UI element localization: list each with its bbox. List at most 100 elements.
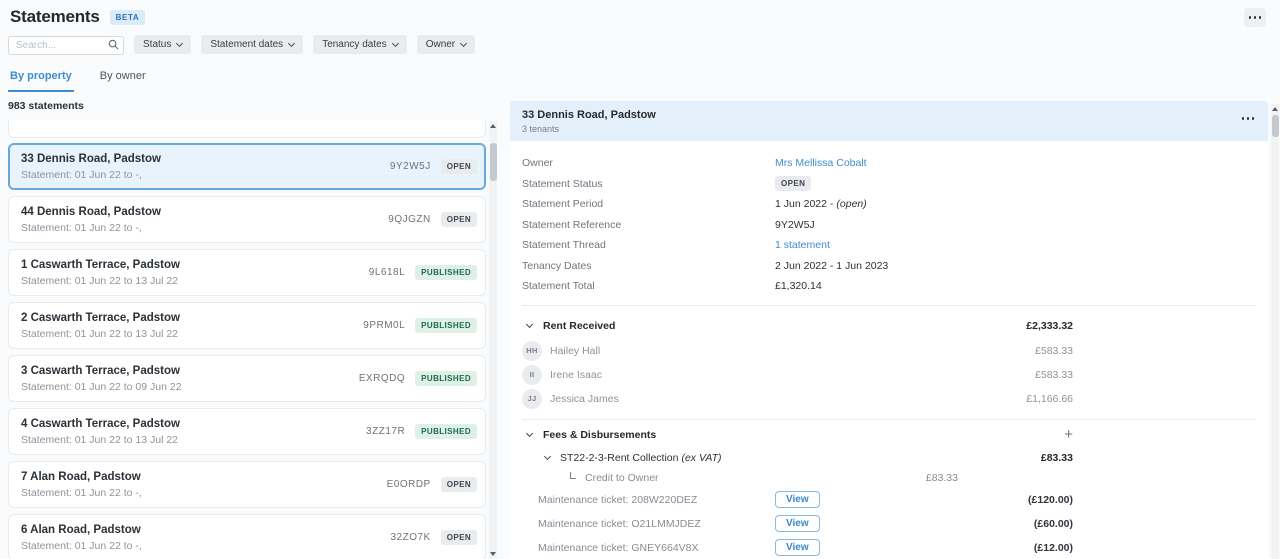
filter-buttons: Status Statement dates Tenancy dates Own… bbox=[134, 35, 475, 54]
property-name: 33 Dennis Road, Padstow bbox=[21, 153, 390, 165]
statement-reference: 9Y2W5J bbox=[390, 161, 431, 172]
list-item-partial[interactable] bbox=[8, 120, 486, 138]
tenant-name: Jessica James bbox=[550, 393, 619, 405]
field-value-link[interactable]: Mrs Mellissa Cobalt bbox=[775, 157, 867, 169]
field-label: Statement Thread bbox=[522, 239, 775, 251]
field-row: Statement Thread 1 statement bbox=[510, 235, 1268, 256]
rent-amount: £1,166.66 bbox=[1026, 393, 1073, 405]
view-button[interactable]: View bbox=[775, 515, 820, 532]
field-value: 9Y2W5J bbox=[775, 219, 815, 231]
fees-section-header: Fees & Disbursements + bbox=[510, 422, 1268, 448]
scrollbar-track[interactable] bbox=[1271, 104, 1279, 559]
property-name: 2 Caswarth Terrace, Padstow bbox=[21, 312, 363, 324]
field-value: 1 statement bbox=[775, 239, 830, 251]
ellipsis-icon bbox=[1242, 117, 1245, 120]
filter-button-status[interactable]: Status bbox=[134, 35, 191, 54]
ticket-label: Maintenance ticket: O21LMMJDEZ bbox=[538, 518, 701, 530]
chevron-down-icon bbox=[176, 39, 183, 46]
fee-line-label: ST22-2-3-Rent Collection bbox=[560, 452, 678, 464]
scroll-down-icon[interactable] bbox=[490, 552, 496, 556]
list-item[interactable]: 6 Alan Road, Padstow Statement: 01 Jun 2… bbox=[8, 514, 486, 559]
divider bbox=[522, 419, 1256, 420]
list-item[interactable]: 33 Dennis Road, Padstow Statement: 01 Ju… bbox=[8, 143, 486, 190]
statement-period: Statement: 01 Jun 22 to 13 Jul 22 bbox=[21, 328, 363, 340]
detail-overflow-button[interactable] bbox=[1242, 117, 1255, 120]
rent-rows: HH Hailey Hall £583.33 II Irene Isaac £5… bbox=[510, 339, 1268, 411]
list-item[interactable]: 44 Dennis Road, Padstow Statement: 01 Ju… bbox=[8, 196, 486, 243]
scrollbar-thumb[interactable] bbox=[1272, 115, 1279, 137]
filter-button-statement-dates[interactable]: Statement dates bbox=[201, 35, 303, 54]
field-value: 2 Jun 2022 - 1 Jun 2023 bbox=[775, 260, 888, 272]
field-label: Statement Period bbox=[522, 198, 775, 210]
list-scrollbar[interactable] bbox=[489, 121, 497, 559]
status-badge: PUBLISHED bbox=[415, 424, 477, 439]
statement-reference: 32ZO7K bbox=[390, 532, 430, 543]
status-badge: OPEN bbox=[441, 530, 477, 545]
chevron-down-icon[interactable] bbox=[526, 429, 533, 436]
property-name: 6 Alan Road, Padstow bbox=[21, 524, 390, 536]
scrollbar-thumb[interactable] bbox=[490, 143, 497, 181]
field-label: Owner bbox=[522, 157, 775, 169]
detail-title: 33 Dennis Road, Padstow bbox=[522, 109, 1268, 121]
fees-section-title: Fees & Disbursements bbox=[543, 429, 656, 441]
panel-scrollbar[interactable] bbox=[1271, 104, 1279, 559]
statement-reference: 9QJGZN bbox=[388, 214, 430, 225]
status-badge: OPEN bbox=[441, 212, 477, 227]
list-item[interactable]: 4 Caswarth Terrace, Padstow Statement: 0… bbox=[8, 408, 486, 455]
search-input[interactable] bbox=[8, 36, 124, 55]
detail-fields: Owner Mrs Mellissa Cobalt Statement Stat… bbox=[510, 141, 1268, 297]
filter-button-owner[interactable]: Owner bbox=[417, 35, 475, 54]
scrollbar-track[interactable] bbox=[489, 121, 497, 559]
field-row: Statement Status OPEN bbox=[510, 174, 1268, 195]
statement-period: Statement: 01 Jun 22 to -, bbox=[21, 487, 387, 499]
tab-by-owner[interactable]: By owner bbox=[100, 70, 146, 92]
search-box bbox=[8, 35, 124, 54]
page-overflow-button[interactable] bbox=[1244, 8, 1266, 27]
tab-by-property[interactable]: By property bbox=[10, 70, 72, 92]
status-badge: OPEN bbox=[775, 176, 811, 191]
status-badge: PUBLISHED bbox=[415, 318, 477, 333]
field-value: OPEN bbox=[775, 176, 811, 191]
statement-period: Statement: 01 Jun 22 to -, bbox=[21, 540, 390, 552]
statement-reference: 3ZZ17R bbox=[366, 426, 405, 437]
list-item[interactable]: 1 Caswarth Terrace, Padstow Statement: 0… bbox=[8, 249, 486, 296]
chevron-down-icon bbox=[392, 39, 399, 46]
list-item[interactable]: 7 Alan Road, Padstow Statement: 01 Jun 2… bbox=[8, 461, 486, 508]
scroll-up-icon[interactable] bbox=[490, 124, 496, 128]
statement-period: Statement: 01 Jun 22 to -, bbox=[21, 222, 388, 234]
tenant-name: Irene Isaac bbox=[550, 369, 602, 381]
view-button[interactable]: View bbox=[775, 539, 820, 556]
fee-line-vat-note: (ex VAT) bbox=[681, 452, 721, 464]
add-fee-button[interactable]: + bbox=[1064, 428, 1073, 442]
sub-item-corner-icon bbox=[570, 472, 576, 479]
chevron-down-icon[interactable] bbox=[544, 452, 551, 459]
filter-button-tenancy-dates[interactable]: Tenancy dates bbox=[313, 35, 407, 54]
field-value-link[interactable]: 1 statement bbox=[775, 239, 830, 251]
statements-page: Statements BETA Status Statement dates T… bbox=[0, 0, 1280, 559]
chevron-down-icon[interactable] bbox=[526, 320, 533, 327]
chevron-down-icon bbox=[288, 39, 295, 46]
statement-reference: EXRQDQ bbox=[359, 373, 405, 384]
rent-row: II Irene Isaac £583.33 bbox=[510, 363, 1268, 387]
status-badge: OPEN bbox=[441, 477, 477, 492]
list-item[interactable]: 2 Caswarth Terrace, Padstow Statement: 0… bbox=[8, 302, 486, 349]
avatar: JJ bbox=[522, 389, 542, 409]
statement-period: Statement: 01 Jun 22 to 13 Jul 22 bbox=[21, 275, 369, 287]
detail-panel: 33 Dennis Road, Padstow 3 tenants Owner … bbox=[510, 101, 1268, 559]
chevron-down-icon bbox=[460, 39, 467, 46]
field-value: 1 Jun 2022 - (open) bbox=[775, 198, 867, 210]
view-button[interactable]: View bbox=[775, 491, 820, 508]
ticket-amount: (£12.00) bbox=[1034, 542, 1073, 554]
page-title: Statements bbox=[10, 7, 100, 27]
statement-period: Statement: 01 Jun 22 to 13 Jul 22 bbox=[21, 434, 366, 446]
list-item[interactable]: 3 Caswarth Terrace, Padstow Statement: 0… bbox=[8, 355, 486, 402]
page-header: Statements BETA bbox=[10, 7, 145, 27]
statements-count: 983 statements bbox=[8, 100, 84, 112]
rent-amount: £583.33 bbox=[1035, 345, 1073, 357]
rent-amount: £583.33 bbox=[1035, 369, 1073, 381]
fee-line-item: ST22-2-3-Rent Collection (ex VAT) £83.33 bbox=[510, 448, 1268, 468]
section-fees: Fees & Disbursements + ST22-2-3-Rent Col… bbox=[510, 422, 1268, 559]
scroll-up-icon[interactable] bbox=[1272, 107, 1278, 111]
avatar: HH bbox=[522, 341, 542, 361]
statement-list: 33 Dennis Road, Padstow Statement: 01 Ju… bbox=[8, 120, 486, 559]
